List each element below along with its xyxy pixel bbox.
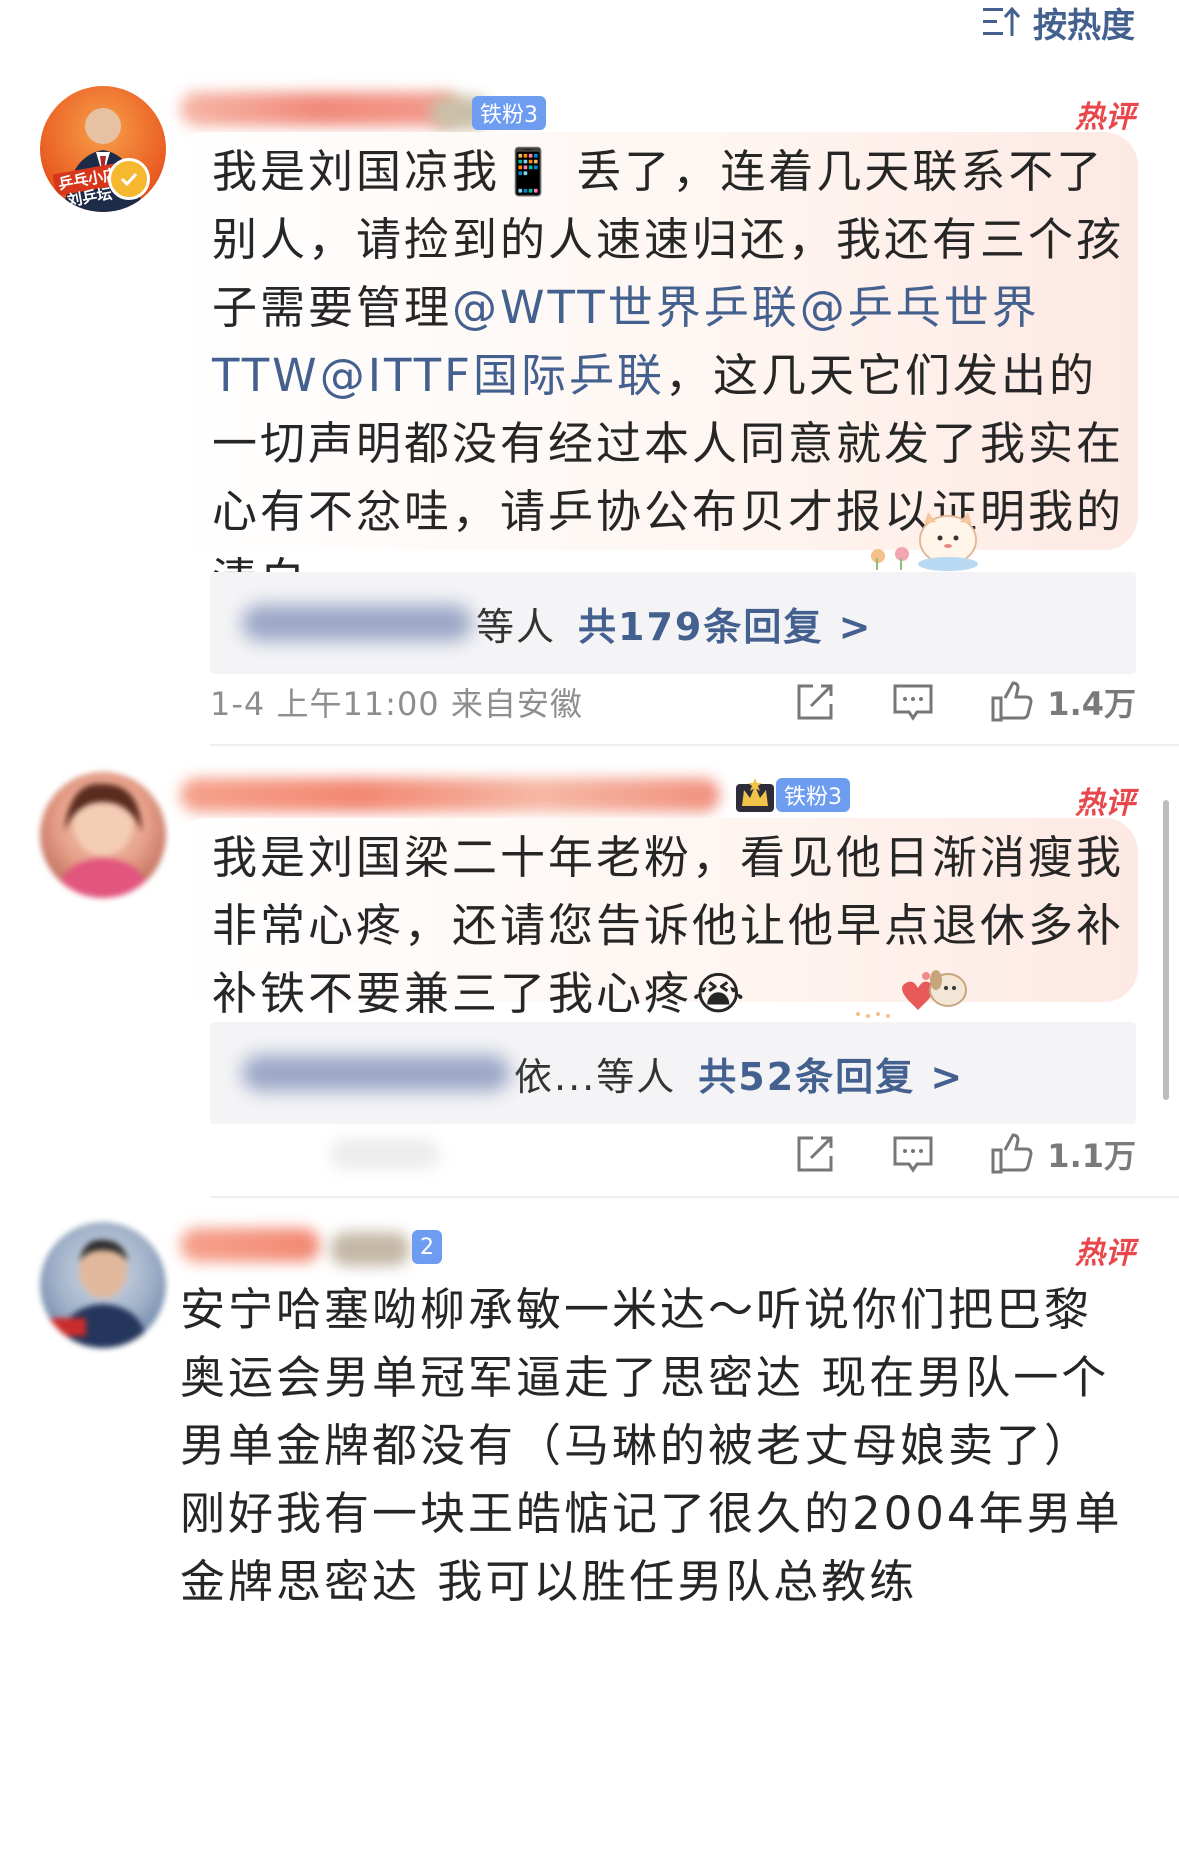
reply-summary[interactable]: 等人 共179条回复 >	[210, 572, 1136, 674]
avatar-portrait-icon	[46, 1239, 148, 1348]
share-icon[interactable]	[793, 680, 837, 724]
username-blurred[interactable]	[180, 778, 720, 812]
comment-text: 安宁哈塞呦柳承敏一米达～听说你们把巴黎奥运会男单冠军逼走了思密达 现在男队一个男…	[180, 1276, 1130, 1616]
comment-meta-blurred	[330, 1138, 440, 1170]
fan-badge: 铁粉3	[776, 778, 850, 812]
divider	[210, 744, 1179, 746]
reply-names-blurred	[242, 605, 472, 641]
username-blurred[interactable]	[180, 1228, 320, 1262]
cat-sticker-icon	[871, 512, 978, 571]
reply-summary[interactable]: 依...等人 共52条回复 >	[210, 1022, 1136, 1124]
avatar-portrait-icon: 乒乓小店 刘乒坛	[52, 108, 142, 212]
avatar-pendant-blurred	[330, 1232, 410, 1266]
mention-link[interactable]: @WTT世界乒联	[452, 281, 800, 334]
comment-text: 我是刘国梁二十年老粉，看见他日渐消瘦我非常心疼，还请您告诉他让他早点退休多补补铁…	[212, 824, 1130, 1028]
share-icon[interactable]	[793, 1132, 837, 1176]
scrollbar[interactable]	[1163, 800, 1169, 1100]
reply-names-blurred	[242, 1055, 510, 1091]
avatar-portrait-icon	[56, 783, 150, 898]
divider	[210, 1196, 1179, 1198]
hot-comment-tag: 热评	[1075, 100, 1135, 135]
reply-names-tail: 等人	[476, 604, 557, 649]
avatar[interactable]: 乒乓小店 刘乒坛	[40, 86, 166, 212]
thumbs-up-icon[interactable]	[989, 1132, 1033, 1176]
comment-bubble[interactable]: 我是刘国凉我📱 丢了，连着几天联系不了别人，请捡到的人速速归还，我还有三个孩子需…	[172, 132, 1138, 606]
comment-icon[interactable]	[891, 1132, 935, 1176]
dog-heart-sticker-icon	[856, 970, 967, 1018]
fan-badge: 2	[412, 1230, 442, 1264]
comment-icon[interactable]	[891, 680, 935, 724]
sort-label: 按热度	[1033, 5, 1135, 46]
thumbs-up-icon[interactable]	[989, 680, 1033, 724]
hot-comment-tag: 热评	[1075, 786, 1135, 821]
mention-link[interactable]: @ITTF国际乒联	[320, 349, 665, 402]
comment-meta: 1-4 上午11:00 来自安徽	[210, 685, 583, 723]
comment-text-segment: 安宁哈塞呦柳承敏一米达～听说你们把巴黎奥运会男单冠军逼走了思密达 现在男队一个男…	[180, 1283, 1123, 1608]
reply-count-link[interactable]: 共179条回复 >	[578, 596, 872, 651]
hot-comment-tag: 热评	[1075, 1236, 1135, 1271]
comment-text-segment: 😭	[692, 967, 748, 1020]
comment-text-area[interactable]: 安宁哈塞呦柳承敏一米达～听说你们把巴黎奥运会男单冠军逼走了思密达 现在男队一个男…	[172, 1270, 1138, 1870]
like-count: 1.1万	[1047, 1137, 1136, 1175]
sort-by-hot-button[interactable]: 按热度	[983, 0, 1135, 46]
comment-bubble[interactable]: 我是刘国梁二十年老粉，看见他日渐消瘦我非常心疼，还请您告诉他让他早点退休多补补铁…	[172, 818, 1138, 1020]
comment-text-segment: 我是刘国梁二十年老粉，看见他日渐消瘦我非常心疼，还请您告诉他让他早点退休多补补铁…	[212, 831, 1125, 1020]
reply-names-tail: 依...等人	[514, 1054, 677, 1099]
verified-badge-icon	[108, 158, 150, 200]
comment-meta-row: 1.1万	[210, 1124, 1136, 1184]
avatar[interactable]	[40, 1222, 166, 1348]
crown-badge-icon	[736, 778, 774, 812]
username-blurred[interactable]	[180, 92, 460, 126]
avatar[interactable]	[40, 772, 166, 898]
fan-badge: 铁粉3	[472, 96, 546, 130]
reply-count-link[interactable]: 共52条回复 >	[698, 1046, 964, 1101]
comment-text-segment: 我是刘国凉我	[212, 145, 501, 198]
like-count: 1.4万	[1047, 685, 1136, 723]
sort-icon	[983, 6, 1021, 36]
comment-meta-row: 1-4 上午11:00 来自安徽 1.4万	[210, 672, 1136, 732]
comment-text: 我是刘国凉我📱 丢了，连着几天联系不了别人，请捡到的人速速归还，我还有三个孩子需…	[212, 138, 1130, 614]
comment-text-segment: 📱	[500, 145, 560, 198]
